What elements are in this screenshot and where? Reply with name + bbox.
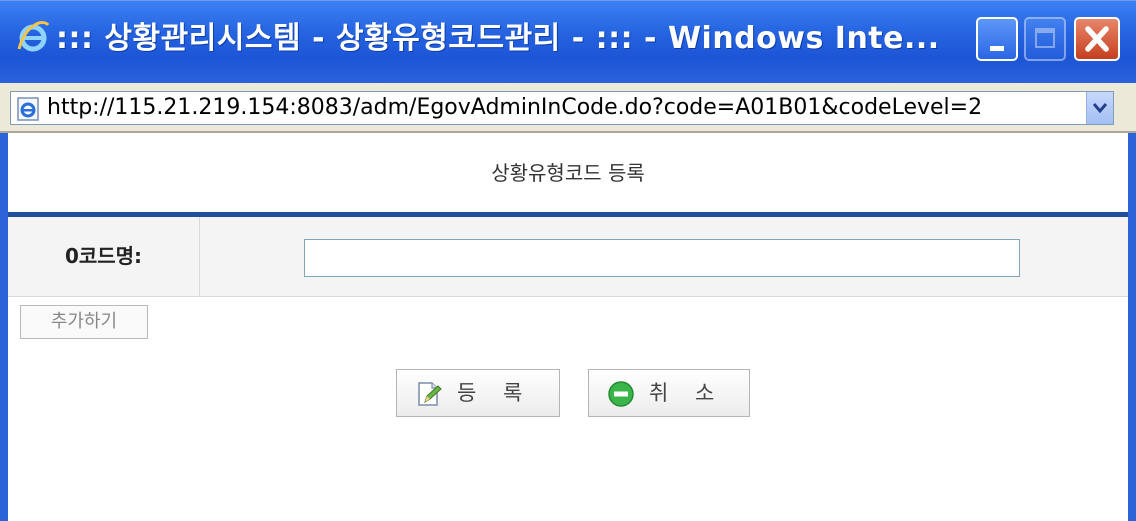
cancel-button-label: 취 소 (649, 381, 725, 405)
address-field[interactable]: http://115.21.219.154:8083/adm/EgovAdmin… (10, 91, 1114, 125)
address-bar: http://115.21.219.154:8083/adm/EgovAdmin… (0, 83, 1136, 133)
window-titlebar[interactable]: ::: 상황관리시스템 - 상황유형코드관리 - ::: - Windows I… (0, 0, 1136, 83)
add-button[interactable]: 추가하기 (20, 305, 148, 339)
window-frame-left (0, 133, 8, 521)
ie-page-icon (17, 97, 39, 121)
window-frame-right (1128, 133, 1136, 521)
minimize-icon (990, 46, 1004, 51)
code-name-label: 0코드명: (8, 217, 200, 296)
minus-circle-icon (608, 381, 634, 407)
maximize-icon (1035, 28, 1055, 48)
chevron-down-icon (1092, 103, 1108, 114)
address-url: http://115.21.219.154:8083/adm/EgovAdmin… (47, 95, 983, 120)
close-window-button[interactable] (1074, 17, 1120, 61)
page-content: 상황유형코드 등록 0코드명: 추가하기 등 록 취 소 (8, 133, 1128, 521)
cancel-button[interactable]: 취 소 (588, 369, 750, 417)
register-button[interactable]: 등 록 (396, 369, 560, 417)
close-icon (1085, 26, 1109, 52)
code-name-input[interactable] (304, 239, 1020, 277)
address-dropdown-button[interactable] (1086, 92, 1113, 124)
window-title: ::: 상황관리시스템 - 상황유형코드관리 - ::: - Windows I… (56, 21, 940, 56)
edit-document-icon (418, 382, 442, 406)
ie-logo-icon (17, 21, 50, 52)
maximize-button (1024, 17, 1066, 61)
code-name-row: 0코드명: (8, 217, 1128, 297)
page-title: 상황유형코드 등록 (491, 161, 645, 185)
register-button-label: 등 록 (457, 381, 533, 405)
minimize-button[interactable] (976, 17, 1018, 61)
